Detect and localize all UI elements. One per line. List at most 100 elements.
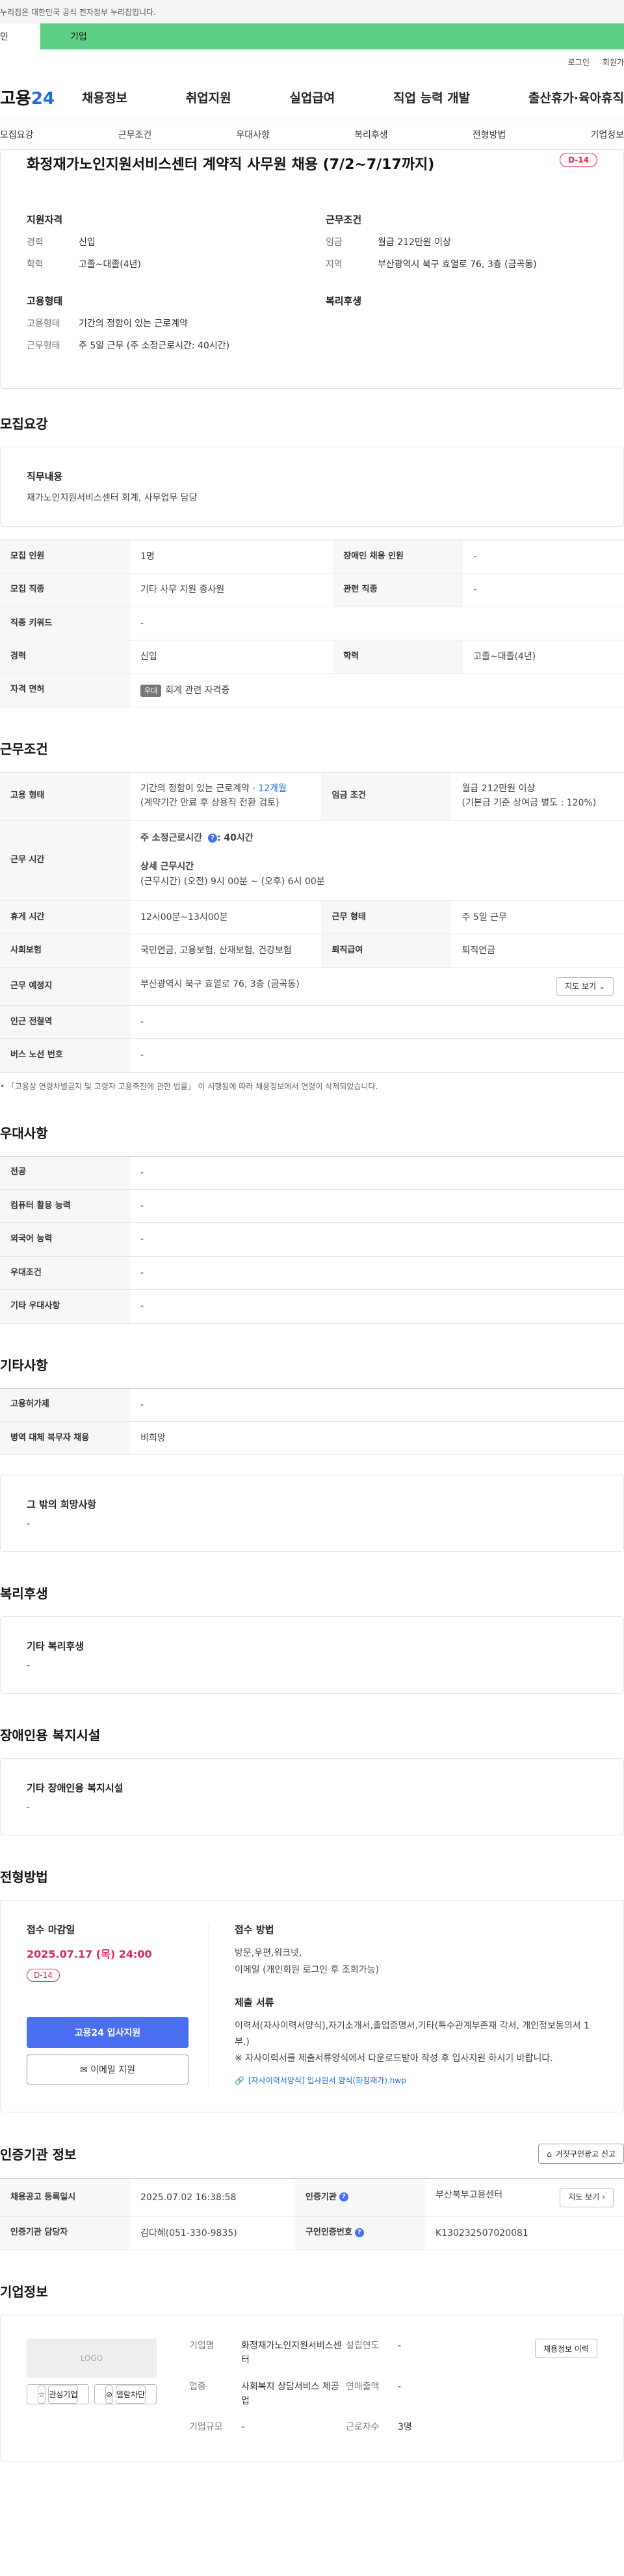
wish-title: 그 밖의 희망사항	[27, 1499, 97, 1511]
email-apply-button[interactable]: ✉ 이메일 지원	[27, 2055, 188, 2085]
table-key: 근무 예정지	[0, 967, 130, 1006]
table-value: 기타 사무 지원 종사원	[130, 573, 333, 607]
gnb-jobs[interactable]: 채용정보	[82, 88, 127, 106]
gnb-parental-leave[interactable]: 출산휴가·육아휴직	[528, 88, 624, 106]
table-key: 퇴직급여	[321, 934, 452, 968]
table-key: 근무 시간	[0, 820, 130, 901]
gnb-menu: 채용정보 취업지원 실업급여 직업 능력 개발 출산휴가·육아휴직	[82, 88, 624, 106]
table-row: 근무 예정지 부산광역시 북구 효열로 76, 3층 (금곡동) 지도 보기 ⌄	[0, 967, 624, 1006]
chevron-right-icon: ›	[602, 2192, 605, 2202]
summary-key: 근무형태	[27, 341, 60, 351]
table-value: 국민연금, 고용보험, 산재보험, 건강보험	[130, 934, 322, 968]
deadline-date: 2025.07.17 (목) 24:00	[27, 1948, 152, 1961]
work-hours-label: 주 소정근로시간	[140, 832, 203, 843]
summary-welfare: 복리후생	[326, 294, 605, 361]
apply-button[interactable]: 고용24 입사지원	[27, 2017, 188, 2049]
tab-company[interactable]: 기업	[40, 23, 624, 49]
table-value: -	[130, 1289, 624, 1324]
table-row: 모집 인원 1명 장애인 채용 인원 -	[0, 539, 624, 574]
table-key: 병역 대체 복무자 채용	[0, 1421, 130, 1456]
favorite-company-button[interactable]: ☆ 관심기업	[27, 2384, 89, 2404]
map-btn-label: 지도 보기	[568, 2192, 600, 2202]
table-key: 경력	[0, 640, 130, 674]
gnb-employment-support[interactable]: 취업지원	[186, 88, 231, 106]
summary-qualification: 지원자격 경력 신입 학력 고졸~대졸(4년)	[27, 213, 306, 280]
logo-num: 24	[31, 88, 55, 109]
section-title-welfare: 복리후생	[0, 1586, 48, 1602]
table-key: 학력	[333, 640, 463, 674]
hiring-history-button[interactable]: 채용정보 이력	[534, 2338, 597, 2358]
signup-link[interactable]: 회원가	[603, 57, 624, 68]
table-key: 인근 전철역	[0, 1005, 130, 1040]
method-title: 접수 방법	[235, 1924, 274, 1936]
summary-heading: 근무조건	[326, 214, 362, 226]
summary-key: 학력	[27, 259, 44, 270]
company-box: LOGO ☆ 관심기업 ⊘ 열람차단 기업명 화정재가노인지원서비스센터 설립연도…	[0, 2314, 624, 2462]
table-key: 자격 면허	[0, 674, 130, 707]
table-row: 근무 시간 주 소정근로시간 ?: 40시간 상세 근무시간 (근무시간) (오…	[0, 820, 624, 901]
cert-org-value: 부산북부고용센터	[436, 2190, 503, 2201]
table-row: 고용 형태 기간의 정함이 있는 근로계약 · 12개월 (계약기간 만료 후 상…	[0, 771, 624, 821]
block-icon: ⊘	[105, 2385, 114, 2404]
anchor-company[interactable]: 기업정보	[590, 128, 624, 141]
page: 누리집은 대한민국 공식 전자정부 누리집입니다. 인 기업 로그인 회원가 고…	[0, 0, 624, 2576]
info-icon[interactable]: ?	[207, 833, 217, 843]
attachment-link[interactable]: 🔗 [자사이력서양식] 입사원서 양식(화정재가).hwp	[235, 2075, 597, 2086]
map-view-button[interactable]: 지도 보기 ⌄	[556, 977, 614, 996]
email-apply-label: 이메일 지원	[90, 2065, 136, 2076]
table-value: -	[463, 573, 624, 607]
summary-value: 기간의 정함이 있는 근로계약	[79, 319, 188, 329]
star-icon: ☆	[37, 2385, 46, 2404]
cert-map-button[interactable]: 지도 보기 ›	[560, 2188, 614, 2207]
wish-box: 그 밖의 희망사항 -	[0, 1475, 624, 1553]
docs-value: 이력서(자사이력서양식),자기소개서,졸업증명서,기타(특수관계부존재 각서, …	[235, 2020, 590, 2047]
table-key: 전공	[0, 1155, 130, 1190]
company-key: 설립연도	[345, 2340, 380, 2351]
info-icon[interactable]: ?	[354, 2228, 364, 2237]
section-title-company: 기업정보	[0, 2283, 48, 2300]
table-row: 경력 신입 학력 고졸~대졸(4년)	[0, 640, 624, 674]
site-logo[interactable]: 고용24	[0, 85, 82, 109]
report-fake-ad-button[interactable]: ⌂ 거짓구인광고 신고	[538, 2144, 624, 2164]
anchor-conditions[interactable]: 근무조건	[118, 128, 152, 141]
gnb-unemployment-benefit[interactable]: 실업급여	[289, 88, 335, 106]
work-hours-value: : 40시간	[216, 832, 254, 843]
anchor-preference[interactable]: 우대사항	[236, 128, 270, 141]
summary-employment: 고용형태 고용형태 기간의 정함이 있는 근로계약 근무형태 주 5일 근무 (주 …	[27, 294, 306, 361]
login-link[interactable]: 로그인	[568, 57, 590, 68]
age-note-text: 「고용상 연령차별금지 및 고령자 고용촉진에 관한 법률」 이 시행됨에 따라…	[6, 1081, 378, 1091]
anchor-welfare[interactable]: 복리후생	[354, 128, 388, 141]
wage-note: (기본급 기준 상여금 별도 : 120%)	[462, 798, 597, 809]
table-value: 1명	[130, 539, 333, 574]
table-key: 컴퓨터 활용 능력	[0, 1189, 130, 1224]
block-view-button[interactable]: ⊘ 열람차단	[94, 2384, 157, 2404]
home-icon: ⌂	[547, 2149, 552, 2159]
gnb-skills[interactable]: 직업 능력 개발	[393, 88, 470, 106]
table-value: 우대 회계 관련 자격증	[130, 674, 624, 707]
job-title: 화정재가노인지원서비스센터 계약직 사무원 채용 (7/2~7/17까지)	[27, 157, 435, 173]
table-key: 모집 인원	[0, 539, 130, 574]
tab-label: 기업	[70, 32, 87, 42]
section-title-disabled-facility: 장애인용 복지시설	[0, 1728, 101, 1744]
anchor-recruit[interactable]: 모집요강	[0, 128, 34, 141]
company-key: 기업규모	[189, 2422, 223, 2433]
section-anchor-nav: 모집요강 근무조건 우대사항 복리후생 전형방법 기업정보	[0, 120, 624, 150]
table-value: 부산북부고용센터 지도 보기 ›	[425, 2178, 624, 2217]
table-value: K130232507020081	[425, 2216, 624, 2250]
summary-work: 근무조건 임금 월급 212만원 이상 지역 부산광역시 북구 효열로 76, 3층…	[326, 213, 605, 280]
table-key: 채용공고 등록일시	[0, 2178, 130, 2217]
cert-table: 채용공고 등록일시 2025.07.02 16:38:58 인증기관? 부산북부고…	[0, 2178, 624, 2250]
table-value: -	[130, 1189, 624, 1224]
chevron-down-icon: ⌄	[598, 981, 605, 991]
apply-left: 접수 마감일 2025.07.17 (목) 24:00 D-14 고용24 입사…	[27, 1923, 209, 2086]
cert-no-label: 구인인증번호	[306, 2228, 352, 2238]
table-row: 외국어 능력 -	[0, 1222, 624, 1257]
anchor-screening[interactable]: 전형방법	[473, 128, 506, 141]
summary-value: 주 5일 근무 (주 소정근로시간: 40시간)	[79, 341, 230, 351]
tab-individual[interactable]: 인	[0, 23, 40, 49]
wish-value: -	[27, 1519, 31, 1530]
gov-notice-text: 누리집은 대한민국 공식 전자정부 누리집입니다.	[0, 7, 156, 17]
info-icon[interactable]: ?	[339, 2192, 348, 2202]
table-row: 인증기관 담당자 김다혜(051-330-9835) 구인인증번호? K13023…	[0, 2216, 624, 2250]
table-row: 병역 대체 복무자 채용 비희망	[0, 1421, 624, 1456]
